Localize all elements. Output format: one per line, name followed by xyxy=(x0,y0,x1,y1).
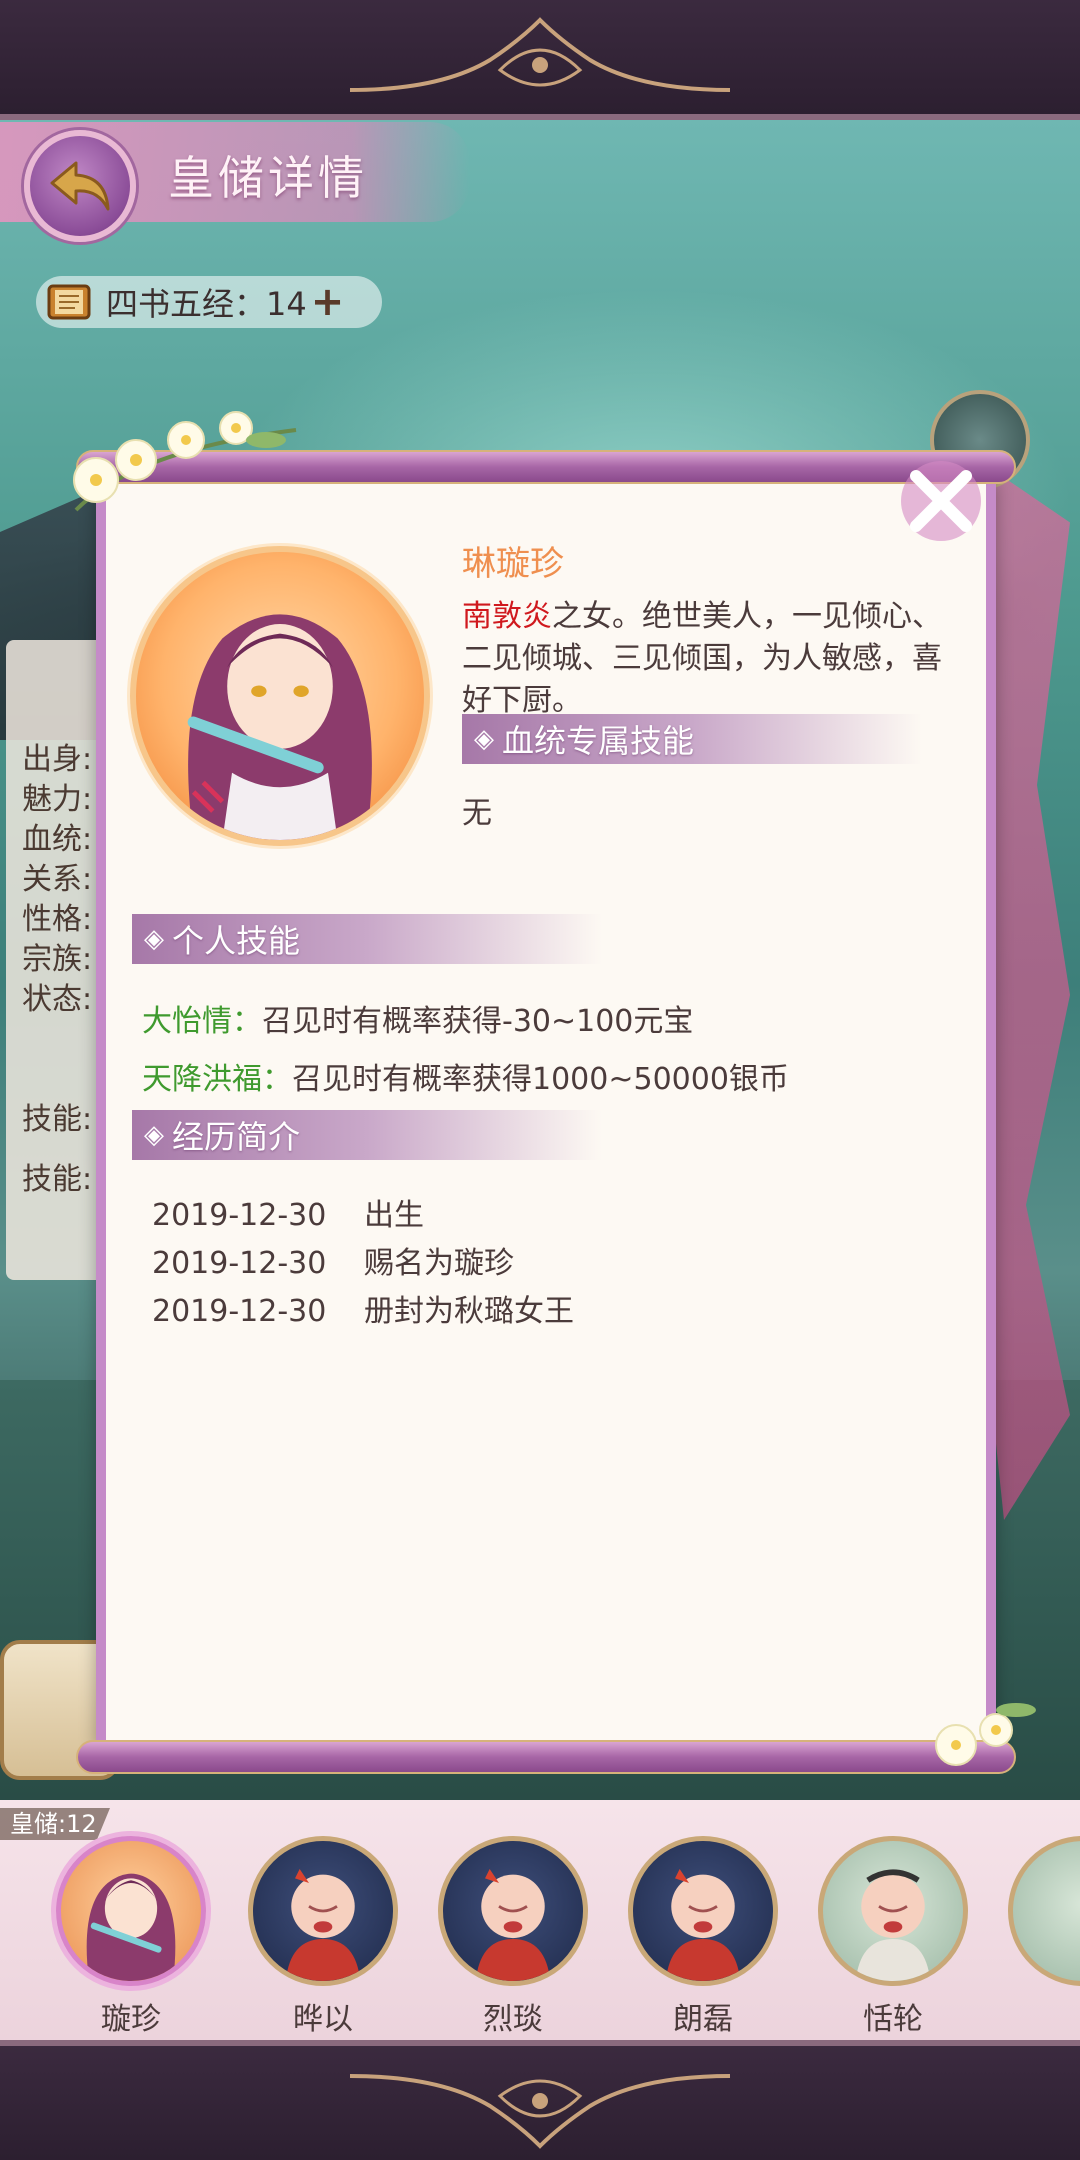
back-button[interactable] xyxy=(24,130,136,242)
book-icon xyxy=(40,276,100,328)
avatar xyxy=(1008,1836,1080,1986)
section-label: 个人技能 xyxy=(172,922,301,960)
section-label: 经历简介 xyxy=(172,1118,301,1156)
avatar xyxy=(56,1836,206,1986)
attribute-label: 技能: xyxy=(22,1102,93,1137)
diamond-icon: ◈ xyxy=(144,1120,164,1150)
heir-name: 朗磊 xyxy=(673,2002,733,2037)
heir-portrait xyxy=(130,546,430,846)
attribute-label: 关系: xyxy=(22,862,93,897)
attribute-label: 出身: xyxy=(22,742,93,777)
heir-detail-modal: 琳璇珍 南敦炎之女。绝世美人，一见倾心、二见倾城、三见倾国，为人敏感，喜好下厨。… xyxy=(73,411,1036,1774)
modal-paper: 琳璇珍 南敦炎之女。绝世美人，一见倾心、二见倾城、三见倾国，为人敏感，喜好下厨。… xyxy=(96,478,996,1744)
ornament-icon xyxy=(349,2074,731,2149)
avatar xyxy=(818,1836,968,1986)
avatar xyxy=(248,1836,398,1986)
close-button[interactable] xyxy=(886,446,996,556)
heir-item[interactable]: 朗磊 xyxy=(628,1836,778,2037)
history-section-header: ◈ 经历简介 xyxy=(132,1110,602,1160)
history-row: 2019-12-30 赐名为璇珍 xyxy=(152,1238,514,1282)
bloodline-skill-value: 无 xyxy=(462,796,492,831)
scroll-roll-bottom xyxy=(76,1740,1016,1774)
skill-row: 天降洪福：召见时有概率获得1000~50000银币 xyxy=(142,1054,789,1098)
attribute-label: 宗族: xyxy=(22,942,93,977)
skill-desc: 召见时有概率获得-30~100元宝 xyxy=(262,1004,694,1039)
attribute-label: 魅力: xyxy=(22,782,93,817)
attribute-label: 性格: xyxy=(22,902,93,937)
skills-section-header: ◈ 个人技能 xyxy=(132,914,602,964)
add-resource-icon[interactable]: + xyxy=(311,282,345,322)
attribute-label: 状态: xyxy=(22,982,93,1017)
skill-row: 大怡情：召见时有概率获得-30~100元宝 xyxy=(142,996,693,1040)
heir-item[interactable]: 烈琰 xyxy=(438,1836,588,2037)
heir-name: 晔以 xyxy=(293,2002,353,2037)
heir-name: 琳璇珍 xyxy=(462,544,564,584)
portrait-illustration xyxy=(187,614,372,840)
history-date: 2019-12-30 xyxy=(152,1294,327,1329)
back-arrow-icon xyxy=(50,161,110,211)
ornament-icon xyxy=(349,17,731,92)
attribute-label: 血统: xyxy=(22,822,93,857)
heir-name: 璇珍 xyxy=(101,2002,161,2037)
heir-item[interactable]: 璇珍 xyxy=(56,1836,206,2037)
page-title: 皇储详情 xyxy=(168,151,368,205)
heir-bio: 南敦炎之女。绝世美人，一见倾心、二见倾城、三见倾国，为人敏感，喜好下厨。 xyxy=(462,596,962,722)
skill-name: 大怡情： xyxy=(142,1004,262,1039)
history-date: 2019-12-30 xyxy=(152,1198,327,1233)
heir-item[interactable]: 晔以 xyxy=(248,1836,398,2037)
skill-desc: 召见时有概率获得1000~50000银币 xyxy=(292,1062,789,1097)
bottom-frame xyxy=(0,2040,1080,2160)
diamond-icon: ◈ xyxy=(144,924,164,954)
close-icon xyxy=(901,461,981,541)
resource-text: 四书五经：14 xyxy=(106,285,307,323)
heir-item[interactable]: 恬轮 xyxy=(818,1836,968,2037)
father-name[interactable]: 南敦炎 xyxy=(462,599,552,634)
history-row: 2019-12-30 册封为秋璐女王 xyxy=(152,1286,574,1330)
flower-decoration-icon xyxy=(73,411,297,512)
heir-name: 恬轮 xyxy=(863,2002,923,2037)
history-row: 2019-12-30 出生 xyxy=(152,1190,424,1234)
history-date: 2019-12-30 xyxy=(152,1246,327,1281)
history-event: 册封为秋璐女王 xyxy=(364,1294,574,1329)
attribute-label: 技能: xyxy=(22,1162,93,1197)
diamond-icon: ◈ xyxy=(474,724,494,754)
heir-name: 烈琰 xyxy=(483,2002,543,2037)
history-event: 出生 xyxy=(364,1198,424,1233)
section-label: 血统专属技能 xyxy=(502,722,695,760)
history-event: 赐名为璇珍 xyxy=(364,1246,514,1281)
flower-decoration-icon xyxy=(935,1703,1036,1766)
bloodline-section-header: ◈ 血统专属技能 xyxy=(462,714,922,764)
skill-name: 天降洪福： xyxy=(142,1062,292,1097)
avatar xyxy=(438,1836,588,1986)
avatar xyxy=(628,1836,778,1986)
top-frame xyxy=(0,0,1080,120)
heir-item-partial[interactable] xyxy=(1008,1836,1080,2036)
resource-counter: 四书五经：14 + xyxy=(36,276,382,328)
